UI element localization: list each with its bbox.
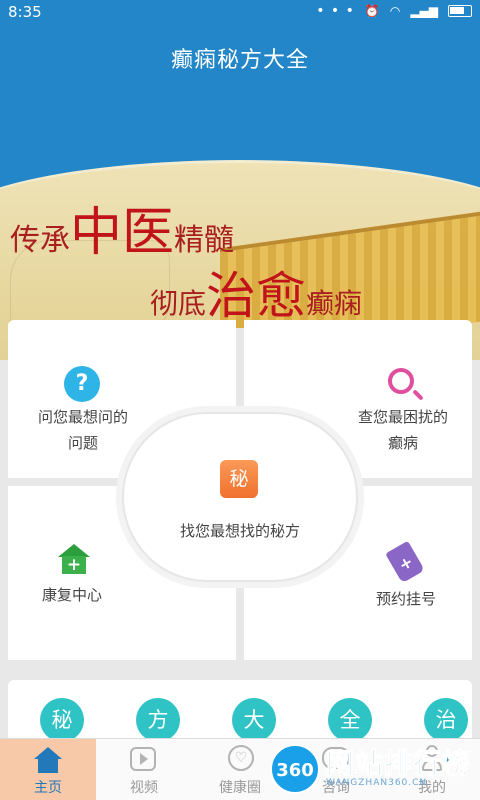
- recommend-chip[interactable]: 全: [328, 698, 372, 742]
- status-bar: 8:35 • • • ⏰ ◠ ▂▄▆: [0, 0, 480, 26]
- recommend-chip[interactable]: 大: [232, 698, 276, 742]
- recommend-chip[interactable]: 秘: [40, 698, 84, 742]
- banner-slogan-line1: 传承中医精髓: [10, 203, 235, 263]
- search-illness-label: 查您最困扰的 癫病: [357, 408, 448, 452]
- rehab-center-label: 康复中心: [42, 586, 103, 604]
- search-icon: [388, 368, 414, 394]
- wifi-icon: ◠: [389, 4, 401, 18]
- banner-slogan-line2: 彻底治愈癫痫: [150, 267, 363, 325]
- app-screen: 8:35 • • • ⏰ ◠ ▂▄▆ 癫痫秘方大全 传承中医精髓 彻底治愈癫痫 …: [0, 0, 480, 800]
- home-icon: [34, 747, 62, 773]
- appointment-label: 预约挂号: [376, 590, 437, 608]
- battery-icon: [448, 5, 472, 17]
- recommend-chip[interactable]: 治: [424, 698, 468, 742]
- ask-question-label: 问您最想问的 问题: [37, 408, 128, 452]
- question-icon: ?: [64, 366, 100, 402]
- recommend-chip[interactable]: 方: [136, 698, 180, 742]
- video-icon: [130, 747, 156, 771]
- tab-video[interactable]: 视频: [96, 739, 192, 800]
- alarm-icon: ⏰: [364, 4, 380, 18]
- watermark-badge: 360: [270, 744, 320, 794]
- tab-label: 主页: [34, 780, 62, 796]
- watermark-subtext: WANGZHAN360.CN: [326, 778, 428, 788]
- tab-label: 视频: [130, 780, 158, 796]
- page-title: 癫痫秘方大全: [170, 48, 309, 73]
- watermark: 360 网站排行榜 WANGZHAN360.CN: [270, 740, 480, 800]
- tab-home[interactable]: 主页: [0, 739, 96, 800]
- find-recipe-label: 找您最想找的秘方: [179, 522, 300, 540]
- watermark-text: 网站排行榜: [325, 747, 472, 781]
- signal-icon: ▂▄▆: [410, 4, 438, 18]
- heart-icon: ♡: [228, 745, 254, 771]
- status-icons: • • • ⏰ ◠ ▂▄▆: [316, 4, 472, 18]
- status-time: 8:35: [8, 3, 42, 21]
- rehab-home-icon: +: [58, 544, 90, 574]
- secret-recipe-icon: 秘: [220, 460, 258, 498]
- notification-dots-icon: • • •: [316, 3, 355, 19]
